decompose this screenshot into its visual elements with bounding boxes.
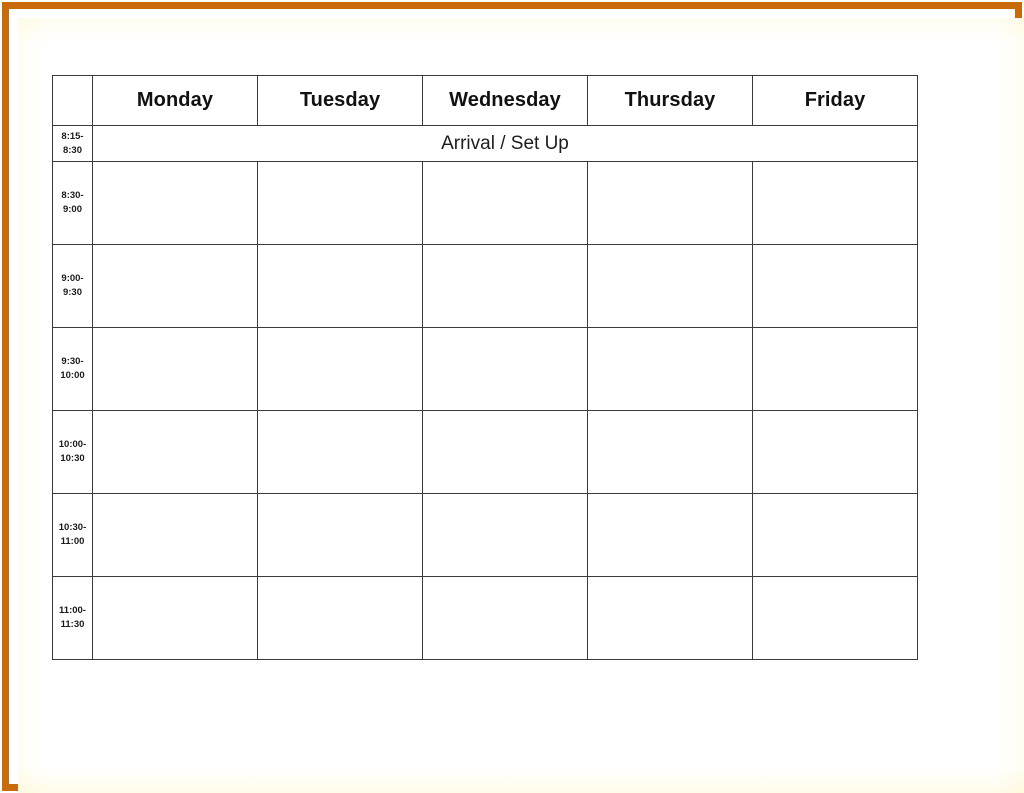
schedule-cell-wednesday[interactable]	[422, 244, 588, 328]
time-slot-start: 8:15-	[61, 130, 84, 142]
schedule-cell-wednesday[interactable]	[422, 161, 588, 245]
time-slot-end: 8:30	[62, 144, 82, 156]
time-slot-start: 8:30-	[61, 190, 84, 202]
day-header-thursday: Thursday	[587, 75, 753, 126]
time-slot-end: 10:00	[60, 370, 85, 381]
time-slot-start: 9:30-	[61, 356, 84, 368]
time-slot-label: 8:15- 8:30	[52, 125, 93, 162]
table-row: 9:30- 10:00	[52, 327, 918, 411]
schedule-cell-thursday[interactable]	[587, 410, 753, 494]
schedule-cell-tuesday[interactable]	[257, 493, 423, 577]
day-header-wednesday: Wednesday	[422, 75, 588, 126]
schedule-cell-thursday[interactable]	[587, 161, 753, 245]
schedule-cell-friday[interactable]	[752, 327, 918, 411]
time-slot-end: 9:30	[62, 287, 82, 298]
schedule-cell-tuesday[interactable]	[257, 410, 423, 494]
table-row: 9:00- 9:30	[52, 244, 918, 328]
time-slot-label: 9:00- 9:30	[52, 244, 93, 328]
schedule-cell-tuesday[interactable]	[257, 161, 423, 245]
table-body: 8:15- 8:30 Arrival / Set Up 8:30- 9:00 9…	[52, 125, 918, 660]
weekly-schedule-table: Monday Tuesday Wednesday Thursday Friday…	[52, 75, 918, 660]
schedule-cell-tuesday[interactable]	[257, 327, 423, 411]
schedule-cell-wednesday[interactable]	[422, 410, 588, 494]
time-slot-end: 10:30	[60, 453, 85, 464]
time-slot-start: 10:00-	[58, 439, 87, 451]
schedule-cell-monday[interactable]	[92, 244, 258, 328]
schedule-cell-tuesday[interactable]	[257, 244, 423, 328]
schedule-cell-monday[interactable]	[92, 576, 258, 660]
schedule-cell-friday[interactable]	[752, 244, 918, 328]
schedule-cell-wednesday[interactable]	[422, 576, 588, 660]
schedule-cell-thursday[interactable]	[587, 327, 753, 411]
time-slot-start: 11:00-	[59, 605, 86, 617]
time-slot-start: 9:00-	[61, 273, 84, 285]
schedule-cell-monday[interactable]	[92, 493, 258, 577]
table-row: 10:00- 10:30	[52, 410, 918, 494]
schedule-cell-monday[interactable]	[92, 161, 258, 245]
time-slot-end: 11:00	[60, 536, 85, 547]
schedule-cell-friday[interactable]	[752, 493, 918, 577]
day-header-friday: Friday	[752, 75, 918, 126]
table-row: 10:30- 11:00	[52, 493, 918, 577]
schedule-cell-tuesday[interactable]	[257, 576, 423, 660]
time-slot-label: 8:30- 9:00	[52, 161, 93, 245]
time-slot-label: 10:00- 10:30	[52, 410, 93, 494]
time-slot-label: 9:30- 10:00	[52, 327, 93, 411]
schedule-cell-wednesday[interactable]	[422, 327, 588, 411]
day-header-tuesday: Tuesday	[257, 75, 423, 126]
time-slot-label: 11:00- 11:30	[52, 576, 93, 660]
time-slot-label: 10:30- 11:00	[52, 493, 93, 577]
weekly-schedule-table-container: Monday Tuesday Wednesday Thursday Friday…	[52, 75, 918, 660]
page-canvas: Monday Tuesday Wednesday Thursday Friday…	[0, 0, 1024, 793]
schedule-cell-monday[interactable]	[92, 327, 258, 411]
day-header-monday: Monday	[92, 75, 258, 126]
schedule-cell-thursday[interactable]	[587, 244, 753, 328]
schedule-cell-monday[interactable]	[92, 410, 258, 494]
table-header-row: Monday Tuesday Wednesday Thursday Friday	[52, 75, 918, 126]
time-slot-start: 10:30-	[58, 522, 87, 534]
schedule-cell-thursday[interactable]	[587, 493, 753, 577]
schedule-cell-friday[interactable]	[752, 161, 918, 245]
table-row: 8:15- 8:30 Arrival / Set Up	[52, 125, 918, 162]
merged-activity-cell-arrival-setup[interactable]: Arrival / Set Up	[92, 125, 918, 162]
table-row: 8:30- 9:00	[52, 161, 918, 245]
schedule-cell-wednesday[interactable]	[422, 493, 588, 577]
schedule-cell-friday[interactable]	[752, 576, 918, 660]
table-row: 11:00- 11:30	[52, 576, 918, 660]
time-slot-end: 9:00	[62, 204, 82, 215]
schedule-cell-thursday[interactable]	[587, 576, 753, 660]
time-slot-end: 11:30	[60, 619, 85, 630]
header-corner-cell	[52, 75, 93, 126]
schedule-cell-friday[interactable]	[752, 410, 918, 494]
